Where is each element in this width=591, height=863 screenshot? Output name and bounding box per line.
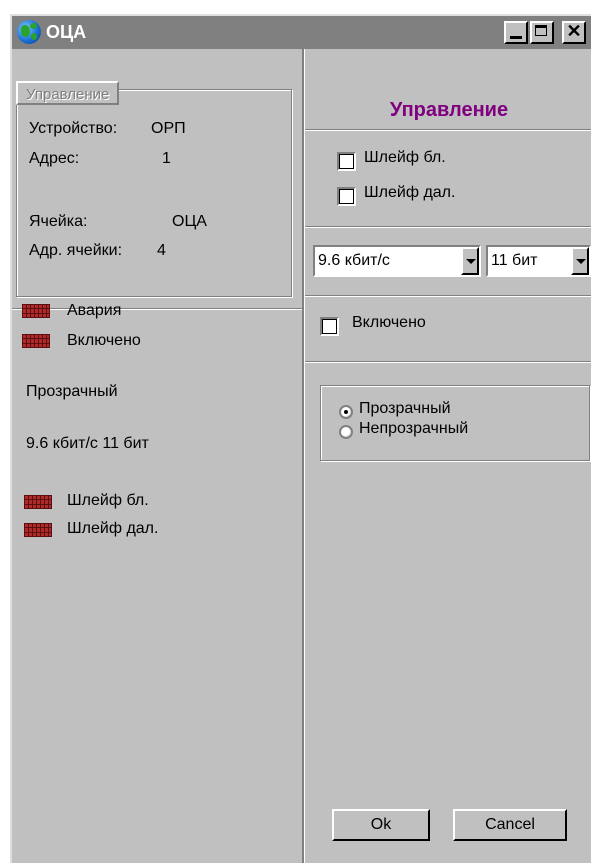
device-info-group: Устройство: ОРП Адрес: 1 Ячейка: ОЦА Адр… [16, 89, 292, 297]
opaque-radio[interactable] [339, 425, 353, 439]
transparent-radio-label[interactable]: Прозрачный [359, 400, 451, 418]
ok-button[interactable]: Ok [332, 809, 430, 841]
divider [12, 308, 302, 310]
close-button[interactable]: ✕ [562, 21, 586, 44]
loop-near-checkbox[interactable] [337, 152, 356, 171]
enabled-checkbox-label[interactable]: Включено [352, 314, 426, 332]
control-title: Управление [389, 99, 509, 121]
maximize-button[interactable] [530, 21, 554, 44]
loop-near-indicator [24, 495, 52, 509]
close-icon: ✕ [566, 21, 582, 41]
control-tab[interactable]: Управление [16, 81, 120, 105]
minimize-button[interactable] [504, 21, 528, 44]
divider [305, 361, 591, 363]
enabled-label: Включено [67, 332, 141, 349]
divider [305, 295, 591, 297]
maximize-icon [535, 25, 547, 36]
speed-status: 9.6 кбит/с 11 бит [26, 435, 149, 452]
loop-near-checkbox-label[interactable]: Шлейф бл. [364, 149, 446, 167]
chevron-down-icon[interactable] [571, 247, 589, 275]
minimize-icon [510, 36, 522, 39]
opaque-radio-label[interactable]: Непрозрачный [359, 420, 468, 438]
bits-select-value: 11 бит [491, 252, 538, 269]
loop-near-label: Шлейф бл. [67, 492, 149, 509]
loop-far-label: Шлейф дал. [67, 520, 159, 537]
control-panel: Управление Шлейф бл. Шлейф дал. 9.6 кбит… [305, 49, 591, 863]
chevron-down-icon[interactable] [461, 247, 479, 275]
loop-far-checkbox[interactable] [337, 187, 356, 206]
address-value: 1 [162, 150, 171, 167]
divider [305, 226, 591, 228]
mode-status: Прозрачный [26, 383, 118, 400]
enabled-checkbox[interactable] [320, 317, 339, 336]
bits-select[interactable]: 11 бит [486, 245, 591, 277]
device-label: Устройство: [29, 120, 118, 137]
address-label: Адрес: [29, 150, 80, 167]
enabled-indicator [22, 334, 50, 348]
cancel-button[interactable]: Cancel [453, 809, 567, 841]
alarm-indicator [22, 304, 50, 318]
cell-value: ОЦА [172, 213, 207, 230]
transparent-radio[interactable] [339, 405, 353, 419]
app-window: ОЦА ✕ Устройство: ОРП Адрес: 1 Ячейка: О… [10, 14, 591, 863]
loop-far-indicator [24, 523, 52, 537]
globe-icon [17, 20, 41, 44]
status-panel: Устройство: ОРП Адрес: 1 Ячейка: ОЦА Адр… [12, 49, 302, 863]
device-value: ОРП [151, 120, 186, 137]
cell-address-value: 4 [157, 242, 166, 259]
cell-label: Ячейка: [29, 213, 88, 230]
speed-select[interactable]: 9.6 кбит/с [313, 245, 481, 277]
alarm-label: Авария [67, 302, 122, 319]
mode-radio-group: Прозрачный Непрозрачный [320, 385, 590, 461]
cell-address-label: Адр. ячейки: [29, 242, 123, 259]
loop-far-checkbox-label[interactable]: Шлейф дал. [364, 184, 455, 202]
speed-select-value: 9.6 кбит/с [318, 252, 390, 269]
title-bar[interactable]: ОЦА ✕ [12, 16, 591, 49]
window-title: ОЦА [46, 22, 87, 42]
divider [305, 129, 591, 131]
